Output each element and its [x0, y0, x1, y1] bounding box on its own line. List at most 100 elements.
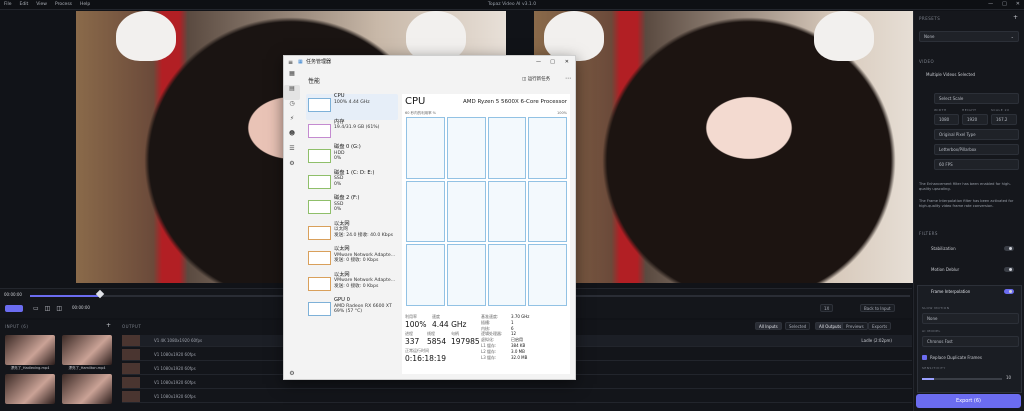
- performance-icon[interactable]: ▤: [284, 85, 300, 100]
- input-thumbnail[interactable]: [62, 374, 112, 404]
- resource-item-gpu[interactable]: GPU 0 AMD Radeon RX 6600 XT 69% (57 °C): [306, 297, 398, 324]
- slow-motion-label: SLOW MOTION: [922, 306, 950, 310]
- stabilization-toggle[interactable]: [1004, 246, 1014, 251]
- details-icon[interactable]: ☰: [284, 145, 300, 160]
- frame-interpolation-toggle[interactable]: [1004, 289, 1014, 294]
- spec-row: L3 缓存: 32.0 MB: [481, 355, 567, 361]
- maximize-icon[interactable]: □: [1002, 1, 1007, 7]
- resource-item-cpu[interactable]: CPU 100% 4.44 GHz: [306, 93, 398, 120]
- menu-icon[interactable]: ≡: [288, 56, 293, 69]
- processes-icon[interactable]: ▦: [284, 70, 300, 85]
- cpu-title: CPU: [405, 96, 426, 107]
- side-by-side-icon[interactable]: ◫: [56, 305, 62, 312]
- spec-key: 逻辑处理器:: [481, 331, 503, 337]
- multiple-videos-text: Multiple Videos Selected: [926, 72, 976, 77]
- settings-panel: PRESETS + None ⌄ VIDEO Multiple Videos Se…: [913, 11, 1024, 411]
- users-icon[interactable]: ☻: [284, 130, 300, 145]
- output-row[interactable]: V1 1080x1920 60fps: [122, 391, 912, 403]
- duplicate-frames-checkbox[interactable]: [922, 355, 927, 360]
- cat-ear-right: [406, 11, 466, 61]
- maximize-icon[interactable]: □: [550, 56, 555, 69]
- input-thumbnail[interactable]: [5, 335, 55, 365]
- resource-item-disk0[interactable]: 磁盘 0 (G:) HDD 0%: [306, 144, 398, 171]
- resource-item-ethernet[interactable]: 以太网 VMware Network Adapte... 发送: 0 接收: 0 K…: [306, 272, 398, 299]
- spec-key: 虚拟化:: [481, 337, 495, 343]
- sensitivity-value: 10: [1006, 375, 1012, 380]
- run-new-task-button[interactable]: ◫ 运行新任务: [522, 76, 550, 82]
- task-manager-sidebar: ▦ ▤ ◷ ⚡ ☻ ☰ ⚙ ⚙: [284, 70, 300, 380]
- zoom-select[interactable]: 1X: [820, 304, 834, 312]
- back-to-input-button[interactable]: Back to Input: [860, 304, 895, 312]
- cat-ear-left: [544, 11, 604, 61]
- sensitivity-slider[interactable]: [922, 378, 1002, 380]
- ai-model-select[interactable]: Chronos Fast: [922, 336, 1019, 347]
- mini-graph: [308, 302, 331, 316]
- add-preset-icon[interactable]: +: [1013, 14, 1018, 21]
- spec-key: 内核:: [481, 325, 491, 331]
- window-controls: — □ ✕: [988, 1, 1020, 7]
- split-view-icon[interactable]: ◫: [45, 305, 51, 312]
- speed-value: 4.44 GHz: [432, 320, 467, 329]
- cpu-core-graphs: [406, 117, 567, 306]
- motion-deblur-label: Motion Deblur: [931, 267, 960, 272]
- preset-select[interactable]: None ⌄: [919, 31, 1019, 42]
- resource-item-memory[interactable]: 内存 19.4/31.9 GB (61%): [306, 119, 398, 146]
- duplicate-frames-label: Replace Duplicate Frames: [930, 355, 982, 360]
- close-icon[interactable]: ✕: [1016, 1, 1020, 7]
- minimize-icon[interactable]: —: [536, 56, 541, 69]
- single-view-icon[interactable]: ▭: [33, 305, 39, 312]
- output-size-select[interactable]: Select Scale: [934, 93, 1019, 104]
- slow-motion-select[interactable]: None: [922, 313, 1019, 324]
- export-button[interactable]: Export (6): [916, 394, 1021, 408]
- output-row-status: Ladle (2:02pm): [861, 338, 892, 343]
- tab-previews[interactable]: Previews: [842, 322, 868, 330]
- presets-label: PRESETS: [919, 16, 941, 21]
- more-options-icon[interactable]: ⋯: [565, 75, 571, 82]
- sensitivity-label: SENSITIVITY: [922, 366, 946, 370]
- task-manager-window: ≡ ▦ 任务管理器 — □ ✕ 性能 ◫ 运行新任务 ⋯ ▦ ▤ ◷ ⚡ ☻ ☰…: [283, 55, 576, 380]
- motion-deblur-toggle[interactable]: [1004, 267, 1014, 272]
- tab-all-inputs[interactable]: All Inputs: [755, 322, 782, 330]
- startup-icon[interactable]: ⚡: [284, 115, 300, 130]
- close-icon[interactable]: ✕: [565, 56, 569, 69]
- resource-item-disk2[interactable]: 磁盘 2 (F:) SSD 0%: [306, 195, 398, 222]
- output-thumbnail: [122, 335, 140, 346]
- core-graph: [406, 117, 445, 179]
- width-field[interactable]: 1080: [934, 114, 959, 125]
- pixel-type-select[interactable]: Original Pixel Type: [934, 129, 1019, 140]
- tab-selected[interactable]: Selected: [785, 322, 811, 330]
- scale-field[interactable]: 167.2: [991, 114, 1017, 125]
- stabilization-label: Stabilization: [931, 246, 956, 251]
- spec-key: 基准速度:: [481, 314, 499, 319]
- tab-exports[interactable]: Exports: [868, 322, 892, 330]
- services-icon[interactable]: ⚙: [284, 160, 300, 175]
- add-input-icon[interactable]: +: [106, 322, 111, 329]
- resource-item-ethernet[interactable]: 以太网 VMware Network Adapte... 发送: 0 接收: 0 K…: [306, 246, 398, 273]
- fps-select[interactable]: 60 FPS: [934, 159, 1019, 170]
- resource-item-ethernet[interactable]: 以太网 以太网 发送: 24.0 接收: 40.0 Kbps: [306, 221, 398, 248]
- settings-icon[interactable]: ⚙: [284, 370, 300, 385]
- input-filename: 漂亮了_Hadlexing.mp4: [10, 366, 50, 370]
- pixel-format-select[interactable]: Letterbox/Pillarbox: [934, 144, 1019, 155]
- resource-item-disk1[interactable]: 磁盘 1 (C: D: E:) SSD 0%: [306, 170, 398, 197]
- tab-all-outputs[interactable]: All Outputs: [815, 322, 846, 330]
- timeline-progress: [30, 295, 101, 297]
- output-preview[interactable]: [534, 11, 964, 283]
- resource-sub: 19.4/31.9 GB (61%): [334, 125, 380, 131]
- height-field[interactable]: 1920: [962, 114, 988, 125]
- input-thumbnail[interactable]: [62, 335, 112, 365]
- performance-header: 性能: [308, 78, 321, 85]
- timeline-end-time: 00:00:00: [72, 305, 90, 310]
- graph-max: 100%: [556, 111, 567, 115]
- mini-graph: [308, 200, 331, 214]
- output-label: OUTPUT: [122, 324, 142, 329]
- preview-button[interactable]: [5, 305, 23, 312]
- cat-ear-left: [116, 11, 176, 61]
- util-value: 100%: [405, 320, 427, 329]
- cpu-detail-panel: CPU AMD Ryzen 5 5600X 6-Core Processor 6…: [402, 94, 570, 374]
- input-thumbnail[interactable]: [5, 374, 55, 404]
- history-icon[interactable]: ◷: [284, 100, 300, 115]
- process-value: 337: [405, 337, 420, 346]
- minimize-icon[interactable]: —: [988, 1, 993, 7]
- preset-value: None: [924, 34, 935, 39]
